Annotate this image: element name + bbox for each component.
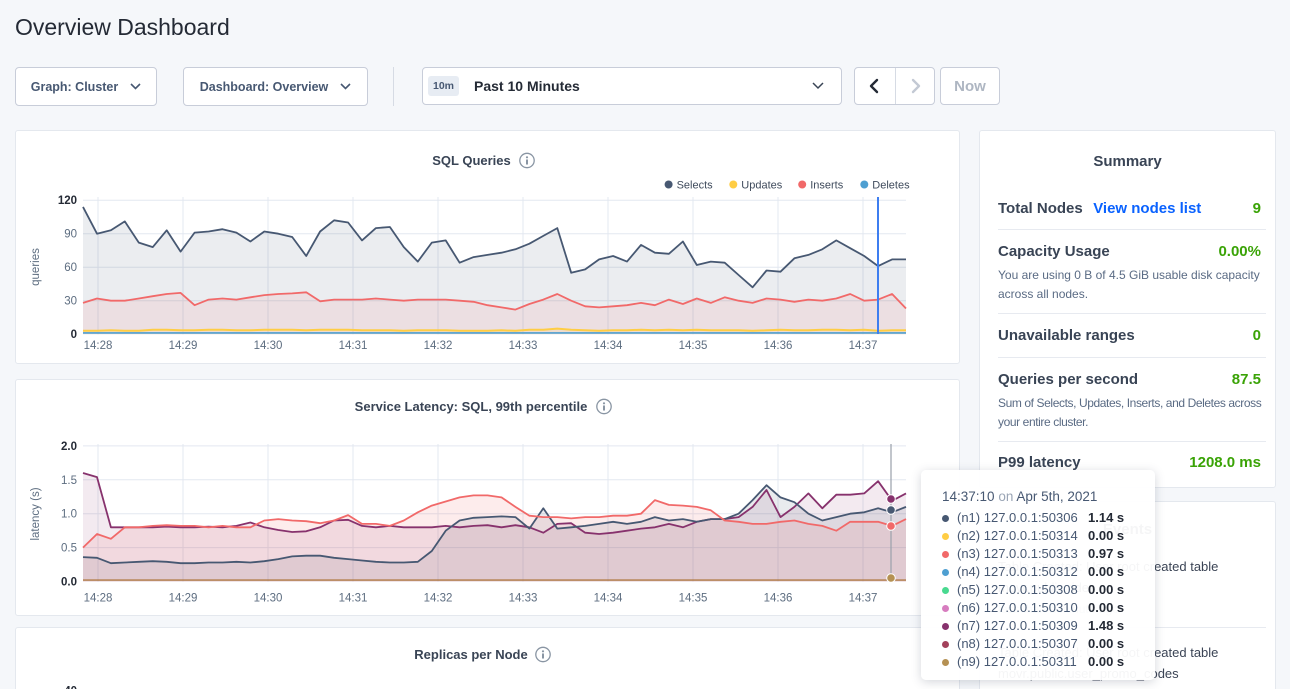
svg-text:14:28: 14:28: [84, 340, 113, 352]
svg-text:120: 120: [58, 195, 77, 207]
svg-text:90: 90: [64, 229, 77, 241]
svg-text:14:31: 14:31: [339, 340, 368, 352]
svg-text:Inserts: Inserts: [810, 179, 844, 191]
svg-text:14:31: 14:31: [339, 593, 368, 605]
svg-text:Deletes: Deletes: [872, 179, 910, 191]
svg-text:30: 30: [64, 296, 77, 308]
svg-text:14:29: 14:29: [169, 593, 198, 605]
svg-text:Replicas per Node: Replicas per Node: [414, 647, 527, 662]
svg-text:0.0: 0.0: [61, 577, 77, 589]
svg-text:14:35: 14:35: [679, 593, 708, 605]
svg-text:1.0: 1.0: [61, 509, 77, 521]
svg-text:14:33: 14:33: [509, 340, 538, 352]
svg-text:14:32: 14:32: [424, 340, 453, 352]
svg-text:14:35: 14:35: [679, 340, 708, 352]
svg-text:Service Latency: SQL, 99th per: Service Latency: SQL, 99th percentile: [355, 399, 588, 414]
svg-text:14:30: 14:30: [254, 340, 283, 352]
svg-text:14:34: 14:34: [594, 593, 623, 605]
svg-text:14:29: 14:29: [169, 340, 198, 352]
svg-text:14:33: 14:33: [509, 593, 538, 605]
svg-text:1.5: 1.5: [61, 475, 77, 487]
svg-text:14:32: 14:32: [424, 593, 453, 605]
svg-text:14:36: 14:36: [764, 340, 793, 352]
svg-text:Updates: Updates: [741, 179, 782, 191]
svg-text:14:34: 14:34: [594, 340, 623, 352]
svg-text:2.0: 2.0: [61, 441, 77, 453]
svg-text:queries: queries: [30, 248, 42, 286]
svg-text:latency (s): latency (s): [30, 487, 42, 540]
svg-text:40: 40: [64, 686, 77, 689]
svg-text:SQL Queries: SQL Queries: [432, 153, 511, 168]
svg-text:60: 60: [64, 262, 77, 274]
svg-text:0: 0: [71, 329, 77, 341]
svg-text:14:30: 14:30: [254, 593, 283, 605]
svg-text:14:37: 14:37: [849, 593, 878, 605]
svg-text:0.5: 0.5: [61, 543, 77, 555]
svg-text:Selects: Selects: [677, 179, 714, 191]
svg-text:14:36: 14:36: [764, 593, 793, 605]
svg-text:14:37: 14:37: [849, 340, 878, 352]
svg-text:14:28: 14:28: [84, 593, 113, 605]
